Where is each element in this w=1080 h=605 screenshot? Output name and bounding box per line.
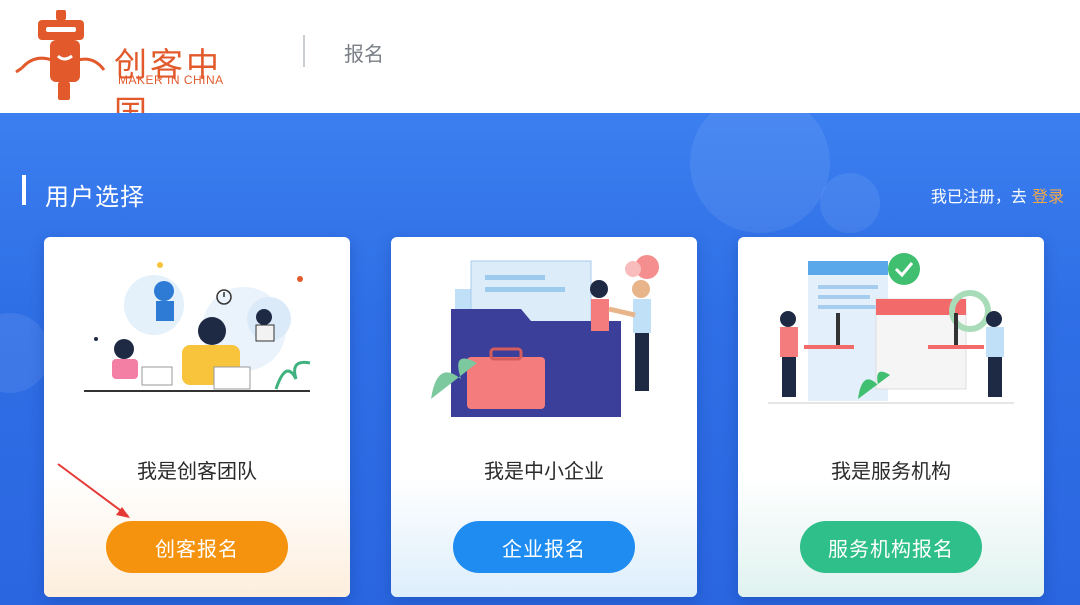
section-title: 用户选择	[45, 183, 145, 211]
card-label: 我是中小企业	[484, 459, 604, 483]
service-agency-illustration	[768, 253, 1014, 404]
maker-team-illustration	[84, 262, 311, 392]
service-agency-card[interactable]: 我是服务机构 服务机构报名	[738, 237, 1044, 597]
top-header: 创客中国 MAKER IN CHINA 报名	[0, 0, 1080, 132]
header-divider	[303, 35, 305, 67]
sme-card[interactable]: 我是中小企业 企业报名	[391, 237, 697, 597]
maker-signup-button[interactable]: 创客报名	[106, 521, 288, 573]
maker-team-card[interactable]: 我是创客团队 创客报名	[44, 237, 350, 597]
decor-bubble	[0, 313, 50, 393]
robot-logo-icon	[15, 10, 106, 100]
annotation-arrow-icon	[57, 463, 130, 518]
decor-bubble	[690, 113, 830, 233]
sme-illustration	[431, 255, 659, 417]
card-label: 我是服务机构	[831, 459, 951, 483]
enterprise-signup-button[interactable]: 企业报名	[453, 521, 635, 573]
section-title-bar	[22, 175, 26, 205]
decor-bubble	[820, 173, 880, 233]
maker-in-china-logo[interactable]: 创客中国 MAKER IN CHINA	[12, 10, 252, 132]
logo-english-text: MAKER IN CHINA	[118, 73, 224, 87]
service-agency-signup-button[interactable]: 服务机构报名	[800, 521, 982, 573]
login-hint-text: 我已注册，去	[930, 187, 1027, 206]
page-title: 报名	[344, 42, 384, 66]
login-link[interactable]: 登录	[1032, 187, 1064, 206]
login-hint: 我已注册，去 登录	[931, 183, 1064, 207]
user-selection-panel: 用户选择 我已注册，去 登录 我是创客团队 创客报名 我是中小企业 企业报名 我…	[0, 113, 1080, 605]
